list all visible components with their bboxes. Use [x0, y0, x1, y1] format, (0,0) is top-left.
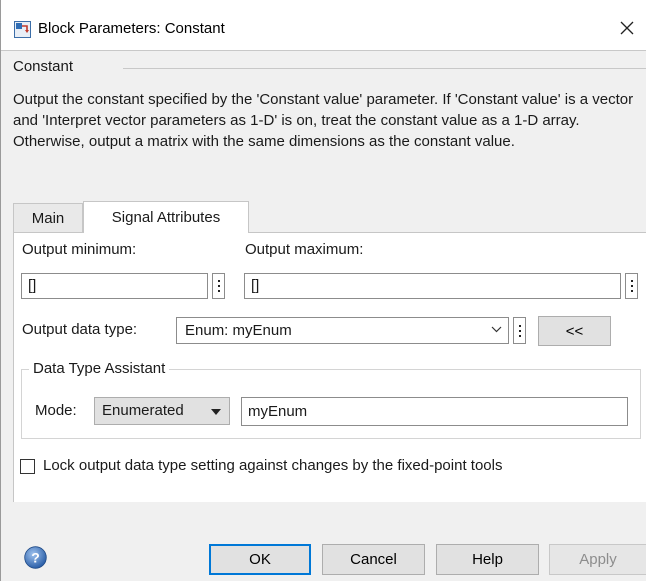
caret-down-icon [211, 409, 221, 415]
output-minimum-field[interactable]: [] [21, 273, 208, 299]
dot [217, 285, 220, 287]
output-data-type-dropdown[interactable]: Enum: myEnum [176, 317, 509, 344]
dot [518, 329, 521, 332]
svg-text:?: ? [31, 550, 40, 566]
mode-value: Enumerated [102, 402, 184, 419]
data-type-assistant-title: Data Type Assistant [29, 360, 170, 377]
close-button[interactable] [613, 14, 641, 42]
dot [217, 280, 220, 282]
enum-name-field[interactable]: myEnum [241, 397, 628, 426]
hide-assistant-button[interactable]: << [538, 316, 611, 346]
output-maximum-field[interactable]: [] [244, 273, 621, 299]
title-separator [1, 50, 646, 51]
title-bar[interactable]: Block Parameters: Constant [1, 0, 646, 50]
lock-data-type-label[interactable]: Lock output data type setting against ch… [43, 457, 502, 474]
tab-signal-attributes-label: Signal Attributes [111, 209, 221, 226]
block-description: Output the constant specified by the 'Co… [13, 91, 634, 150]
block-type-label: Constant [13, 58, 74, 75]
help-icon[interactable]: ? [24, 546, 47, 569]
output-minimum-options-button[interactable] [212, 273, 225, 299]
dot [518, 324, 521, 327]
tab-main[interactable]: Main [13, 203, 83, 233]
section-rule [123, 68, 646, 69]
dot [630, 285, 633, 287]
lock-data-type-checkbox[interactable] [20, 459, 35, 474]
dialog-window: Block Parameters: Constant Constant Outp… [0, 0, 646, 581]
help-button[interactable]: Help [436, 544, 539, 575]
window-title: Block Parameters: Constant [38, 20, 225, 37]
ok-button[interactable]: OK [209, 544, 311, 575]
close-icon [620, 21, 634, 35]
dot [630, 290, 633, 292]
dot [630, 280, 633, 282]
dot [518, 334, 521, 337]
tab-signal-attributes[interactable]: Signal Attributes [83, 201, 249, 233]
mode-label: Mode: [35, 402, 77, 419]
output-data-type-value: Enum: myEnum [185, 322, 292, 339]
apply-button[interactable]: Apply [549, 544, 646, 575]
cancel-button[interactable]: Cancel [322, 544, 425, 575]
simulink-block-icon [14, 21, 31, 38]
output-maximum-options-button[interactable] [625, 273, 638, 299]
output-minimum-label: Output minimum: [22, 241, 137, 258]
mode-dropdown[interactable]: Enumerated [94, 397, 230, 425]
tab-main-label: Main [31, 210, 65, 227]
dot [217, 290, 220, 292]
output-data-type-options-button[interactable] [513, 317, 526, 344]
output-data-type-label: Output data type: [22, 321, 138, 338]
output-maximum-label: Output maximum: [245, 241, 364, 258]
chevron-down-icon [491, 326, 502, 333]
